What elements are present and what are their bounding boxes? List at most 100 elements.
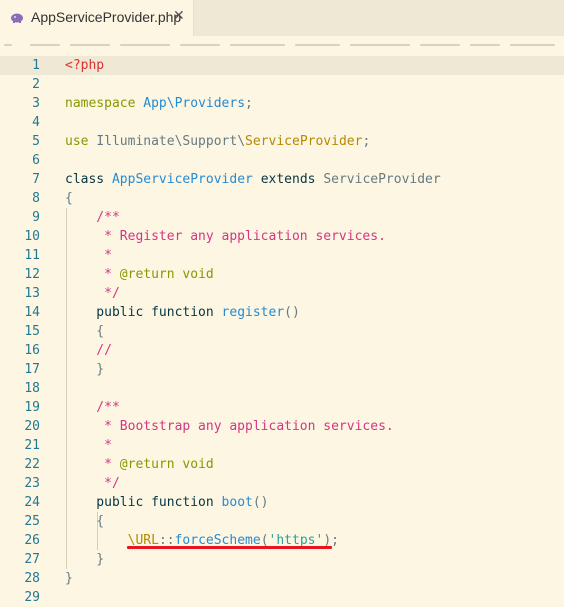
line-number: 16 xyxy=(24,343,40,358)
code-text: */ xyxy=(65,474,120,493)
code-line[interactable]: 7 class AppServiceProvider extends Servic… xyxy=(0,170,564,189)
code-line[interactable]: 18 xyxy=(0,379,564,398)
code-line[interactable]: 10 * Register any application services. xyxy=(0,227,564,246)
line-number: 25 xyxy=(24,514,40,529)
code-editor[interactable]: 1 <?php 2 3 namespace App\Providers; 4 5 use Il… xyxy=(0,56,564,605)
code-line[interactable]: 28} xyxy=(0,569,564,588)
code-token: App\Providers xyxy=(143,96,246,111)
line-number: 8 xyxy=(32,191,40,206)
code-line[interactable]: 21 * xyxy=(0,436,564,455)
code-text: * xyxy=(65,246,112,265)
line-number: 9 xyxy=(32,210,40,225)
code-token: public function xyxy=(65,305,222,320)
line-number: 23 xyxy=(24,476,40,491)
code-text: <?php xyxy=(65,56,104,75)
code-text: class AppServiceProvider extends Service… xyxy=(65,170,441,189)
code-token: <?php xyxy=(65,58,105,73)
code-line[interactable]: 22 * @return void xyxy=(0,455,564,474)
code-token: ServiceProvider xyxy=(323,172,441,187)
code-token: extends xyxy=(260,172,324,187)
code-text: public function boot() xyxy=(65,493,269,512)
code-line[interactable]: 8{ xyxy=(0,189,564,208)
code-token: { xyxy=(65,191,73,206)
code-line[interactable]: 27 } xyxy=(0,550,564,569)
code-line[interactable]: 15 { xyxy=(0,322,564,341)
code-line[interactable]: 4 xyxy=(0,113,564,132)
code-line[interactable]: 29 xyxy=(0,588,564,607)
code-text: * Bootstrap any application services. xyxy=(65,417,394,436)
code-line[interactable]: 9 /** xyxy=(0,208,564,227)
breadcrumb xyxy=(0,36,564,50)
line-number: 19 xyxy=(24,400,40,415)
code-text: { xyxy=(65,512,104,531)
code-text: public function register() xyxy=(65,303,300,322)
line-number: 14 xyxy=(24,305,40,320)
code-text: * xyxy=(65,436,112,455)
code-token: * xyxy=(65,267,120,282)
code-token: * Bootstrap any application services. xyxy=(65,419,394,434)
code-token: ; xyxy=(362,134,371,149)
code-token: ServiceProvider xyxy=(245,134,363,149)
line-number: 27 xyxy=(24,552,40,567)
code-token: namespace xyxy=(65,96,144,111)
code-token: /** xyxy=(65,400,120,415)
code-line[interactable]: 14 public function register() xyxy=(0,303,564,322)
code-line[interactable]: 11 * xyxy=(0,246,564,265)
code-line[interactable]: 6 xyxy=(0,151,564,170)
code-token: AppServiceProvider xyxy=(111,172,261,187)
line-number: 24 xyxy=(24,495,40,510)
code-token: } xyxy=(65,571,73,586)
line-number: 2 xyxy=(32,77,40,92)
line-number: 12 xyxy=(24,267,40,282)
line-number: 3 xyxy=(32,96,40,111)
code-line[interactable]: 20 * Bootstrap any application services. xyxy=(0,417,564,436)
code-line[interactable]: 1 <?php xyxy=(0,56,564,75)
line-number: 4 xyxy=(32,115,40,130)
code-line[interactable]: 23 */ xyxy=(0,474,564,493)
line-number: 6 xyxy=(32,153,40,168)
code-text: /** xyxy=(65,398,120,417)
code-token: @return void xyxy=(119,457,214,472)
code-line[interactable]: 2 xyxy=(0,75,564,94)
code-text: /** xyxy=(65,208,120,227)
code-token: ; xyxy=(245,96,253,111)
line-number: 18 xyxy=(24,381,40,396)
code-token: * xyxy=(65,457,120,472)
code-line[interactable]: 17 } xyxy=(0,360,564,379)
close-icon[interactable]: ✕ xyxy=(173,8,185,24)
line-number: 15 xyxy=(24,324,40,339)
code-text: } xyxy=(65,550,104,569)
code-token: * Register any application services. xyxy=(65,229,386,244)
line-number: 1 xyxy=(32,58,40,73)
code-line[interactable]: 16 // xyxy=(0,341,564,360)
code-line[interactable]: 13 */ xyxy=(0,284,564,303)
code-token: register xyxy=(221,305,285,320)
code-token: * xyxy=(65,438,112,453)
code-line[interactable]: 24 public function boot() xyxy=(0,493,564,512)
line-number: 5 xyxy=(32,134,40,149)
code-line[interactable]: 3 namespace App\Providers; xyxy=(0,94,564,113)
code-text: { xyxy=(65,322,104,341)
tab-bar: AppServiceProvider.php ✕ xyxy=(0,0,564,36)
line-number: 10 xyxy=(24,229,40,244)
code-text: // xyxy=(65,341,112,360)
code-token: class xyxy=(65,172,112,187)
code-token: () xyxy=(252,495,269,510)
code-text: { xyxy=(65,189,73,208)
code-text: use Illuminate\Support\ServiceProvider; xyxy=(65,132,370,151)
line-number: 20 xyxy=(24,419,40,434)
line-number: 26 xyxy=(24,533,40,548)
code-line[interactable]: 25 { xyxy=(0,512,564,531)
code-token: Illuminate\Support\ xyxy=(96,134,246,149)
tab-app-service-provider[interactable]: AppServiceProvider.php ✕ xyxy=(0,0,194,36)
line-number: 29 xyxy=(24,590,40,605)
line-number: 7 xyxy=(32,172,40,187)
tab-label: AppServiceProvider.php xyxy=(31,9,182,25)
code-line[interactable]: 19 /** xyxy=(0,398,564,417)
code-text: * Register any application services. xyxy=(65,227,386,246)
highlight-underline xyxy=(127,546,332,549)
line-number: 11 xyxy=(24,248,40,263)
code-line[interactable]: 5 use Illuminate\Support\ServiceProvider; xyxy=(0,132,564,151)
code-line[interactable]: 12 * @return void xyxy=(0,265,564,284)
code-text: * @return void xyxy=(65,265,214,284)
